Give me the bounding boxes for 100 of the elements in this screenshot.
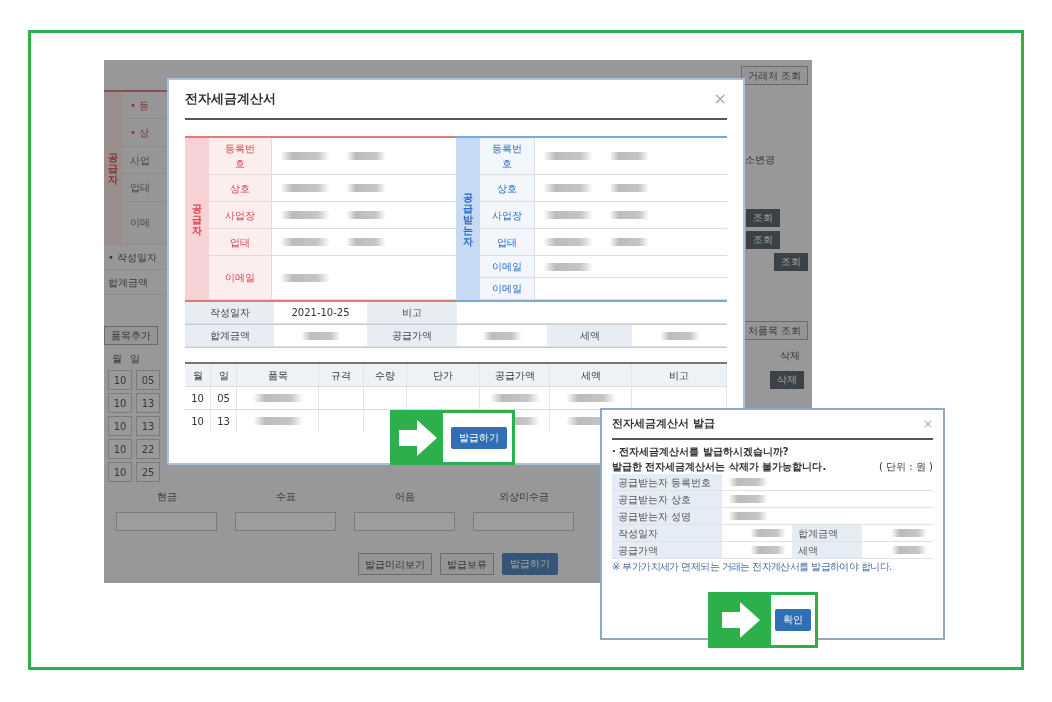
field-label: 공급가액 (367, 325, 457, 347)
column-header: 일 (211, 364, 237, 387)
field-label: 소변경 (745, 153, 775, 167)
field-label: • 등 (130, 98, 150, 113)
modal-title: 전자세금계산서 (185, 90, 276, 109)
footer-button[interactable]: 발급미리보기 (358, 553, 432, 575)
blurred-value (489, 394, 540, 402)
column-header: 현금 (155, 490, 178, 504)
blurred-value (543, 152, 593, 160)
footer-button[interactable]: 발급하기 (502, 553, 558, 575)
field-label: 업태 (229, 235, 251, 250)
blurred-value (280, 273, 330, 282)
field-label: 공급받는자 등록번호 (612, 474, 722, 491)
field-value: 2021-10-25 (291, 306, 350, 320)
side-label: 공급자 (108, 152, 118, 185)
table-cell-text: 05 (217, 391, 230, 406)
blurred-value (543, 211, 593, 219)
note-text: ※ 부가가치세가 면제되는 거래는 전자계산서를 발급하여야 합니다. (612, 560, 893, 574)
blurred-value (346, 184, 386, 192)
table-cell: 10 (108, 370, 132, 390)
input-field[interactable] (235, 512, 336, 531)
field-label: 업태 (130, 180, 150, 195)
modal-title: 전자세금계산서 발급 (612, 415, 715, 432)
blurred-value (280, 211, 330, 219)
column-header: 품목 (237, 364, 319, 387)
footer-button[interactable]: 발급보류 (440, 553, 494, 575)
table-cell: 13 (136, 393, 160, 413)
field-label: 합계금액 (792, 525, 862, 542)
field-label: 이메일 (492, 282, 522, 296)
table-cell: 10 (108, 393, 132, 413)
unit-text: ( 단위 : 원 ) (879, 460, 933, 474)
column-header: 규격 (319, 364, 364, 387)
field-label: 공급받는자 상호 (612, 491, 722, 508)
table-cell: 05 (136, 370, 160, 390)
blurred-value (728, 478, 768, 486)
input-field[interactable] (354, 512, 455, 531)
field-label: 작성일자 (612, 525, 722, 542)
table-cell: 22 (136, 439, 160, 459)
column-header: 삭제 (780, 349, 800, 363)
table-cell-text: 10 (191, 391, 204, 406)
field-label: 합계금액 (108, 275, 148, 290)
column-header: 수량 (364, 364, 407, 387)
column-header: 월 (185, 364, 211, 387)
table-cell: 13 (136, 416, 160, 436)
table-cell: 25 (136, 462, 160, 482)
arrow-icon (722, 602, 760, 638)
blurred-value (280, 152, 330, 160)
field-label: 상호 (229, 181, 251, 196)
column-header: 비고 (632, 364, 727, 387)
close-button[interactable]: × (713, 91, 727, 107)
delete-button[interactable]: 삭제 (770, 371, 804, 389)
field-label: 작성일자 (185, 302, 274, 324)
blurred-value (609, 211, 649, 219)
blurred-value (891, 546, 927, 554)
side-label: 공급받는자 (463, 191, 473, 247)
blurred-value (750, 546, 786, 554)
add-item-button[interactable]: 품목추가 (104, 326, 158, 345)
field-label: 세액 (792, 542, 862, 559)
blurred-value (609, 238, 649, 246)
confirm-button[interactable]: 확인 (775, 609, 811, 631)
table-cell: 10 (108, 462, 132, 482)
close-button[interactable]: × (922, 418, 933, 430)
field-label: 사업장 (225, 208, 255, 223)
issue-button[interactable]: 발급하기 (451, 426, 507, 449)
blurred-value (252, 394, 303, 402)
table-cell-text: 13 (217, 414, 230, 429)
blurred-value (565, 394, 616, 402)
lookup-button[interactable]: 조회 (746, 231, 780, 249)
blurred-value (750, 529, 786, 537)
blurred-value (543, 238, 593, 246)
blurred-value (252, 417, 303, 425)
side-label: 공급자 (192, 202, 202, 236)
lookup-button[interactable]: 조회 (774, 253, 808, 271)
blurred-value (346, 238, 386, 246)
blurred-value (346, 211, 386, 219)
column-header: 세액 (550, 364, 632, 387)
message-text: · 전자세금계산서를 발급하시겠습니까? (612, 445, 790, 459)
blurred-value (346, 152, 386, 160)
field-label: 상호 (496, 181, 518, 196)
column-header: 일 (130, 352, 140, 366)
field-label: 등록번호 (225, 142, 255, 171)
column-header: 공급가액 (480, 364, 550, 387)
field-label: 비고 (367, 302, 457, 324)
field-label: 이메일 (225, 271, 255, 285)
input-field[interactable] (116, 512, 217, 531)
blurred-value (891, 529, 927, 537)
field-label: 공급받는자 성명 (612, 508, 722, 525)
field-label: 합계금액 (185, 325, 274, 347)
blurred-value (280, 184, 330, 192)
lookup-button[interactable]: 조회 (746, 209, 780, 227)
field-label: 사업 (130, 153, 150, 168)
blurred-value (543, 184, 593, 192)
column-header: 어음 (393, 490, 416, 504)
blurred-value (609, 152, 649, 160)
field-label: 이메일 (492, 260, 522, 274)
message-text: 발급한 전자세금계산서는 삭제가 불가능합니다. (612, 460, 827, 474)
column-header: 수표 (274, 490, 297, 504)
lookup-button[interactable]: 거래처 조회 (740, 65, 808, 85)
input-field[interactable] (473, 512, 574, 531)
table-cell-text: 10 (191, 414, 204, 429)
